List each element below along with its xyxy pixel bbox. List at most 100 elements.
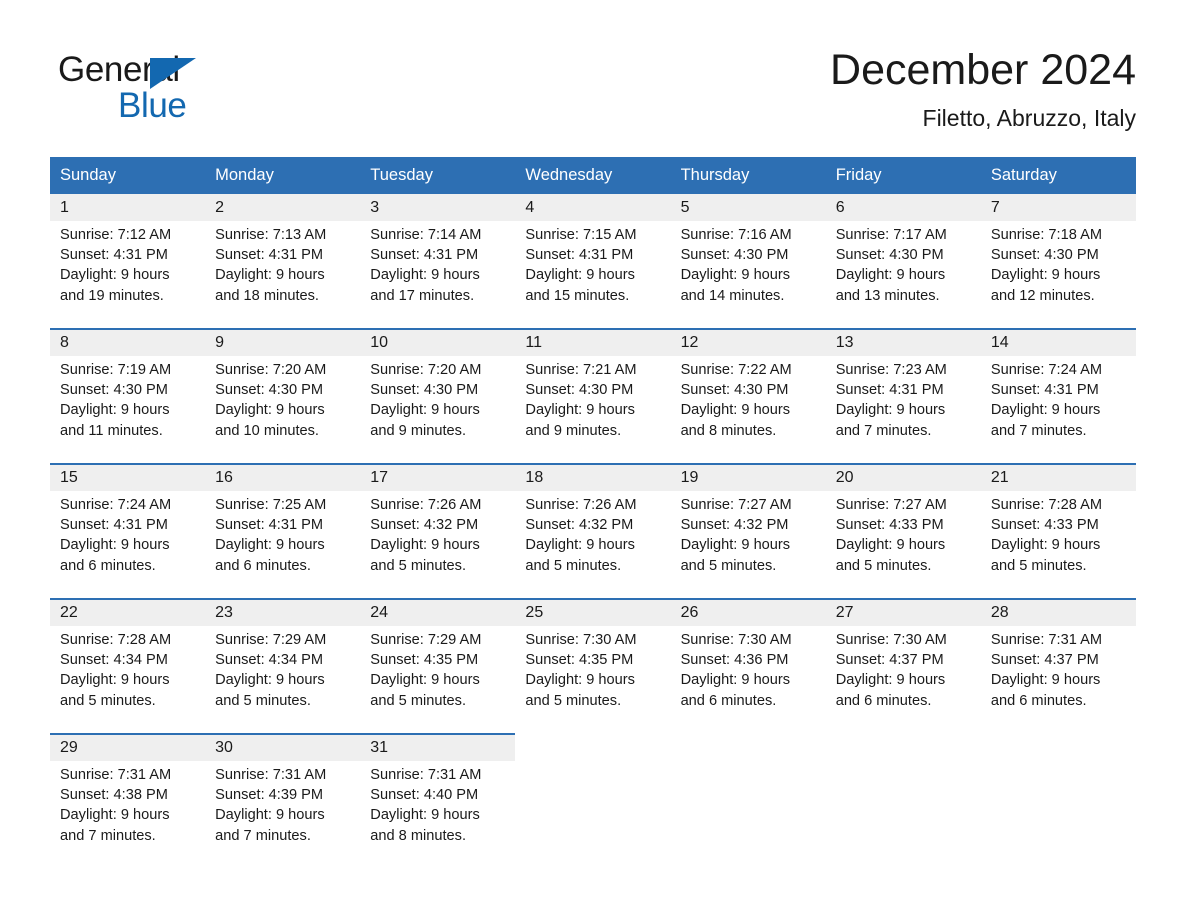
sunset-text: Sunset: 4:30 PM [60, 382, 168, 399]
page-subtitle: Filetto, Abruzzo, Italy [922, 105, 1136, 132]
sunset-text: Sunset: 4:33 PM [990, 517, 1099, 534]
calendar-header-row: Sunday Monday Tuesday Wednesday Thursday… [50, 157, 1136, 194]
day-number: 25 [515, 598, 671, 626]
daylight-text-line2: and 5 minutes. [215, 692, 311, 709]
sunrise-text: Sunrise: 7:30 AM [525, 632, 637, 648]
week-3-details: Sunrise: 7:24 AM Sunset: 4:31 PM Dayligh… [50, 491, 1136, 599]
sunrise-text: Sunrise: 7:31 AM [60, 767, 172, 783]
day-number: 4 [515, 194, 671, 221]
day-number-empty [670, 734, 826, 761]
day-number: 17 [360, 463, 516, 491]
day-cell: Sunrise: 7:30 AM Sunset: 4:35 PM Dayligh… [515, 626, 671, 734]
sunset-text: Sunset: 4:35 PM [525, 652, 634, 669]
daylight-text-line2: and 6 minutes. [60, 557, 156, 574]
day-number: 31 [360, 733, 516, 761]
logo-triangle-icon [150, 58, 196, 89]
sunset-text: Sunset: 4:30 PM [990, 247, 1099, 264]
daylight-text-line1: Daylight: 9 hours [835, 402, 946, 419]
week-5-details: Sunrise: 7:31 AM Sunset: 4:38 PM Dayligh… [50, 761, 1136, 869]
daylight-text-line1: Daylight: 9 hours [370, 267, 480, 284]
daylight-text-line1: Daylight: 9 hours [370, 402, 480, 419]
daylight-text-line1: Daylight: 9 hours [525, 672, 635, 689]
day-cell: Sunrise: 7:31 AM Sunset: 4:39 PM Dayligh… [205, 761, 361, 869]
daylight-text-line1: Daylight: 9 hours [990, 267, 1101, 284]
daylight-text-line2: and 8 minutes. [680, 422, 777, 439]
sunset-text: Sunset: 4:31 PM [835, 382, 944, 399]
day-number: 28 [980, 598, 1136, 626]
day-number-empty [980, 734, 1136, 761]
day-cell: Sunrise: 7:26 AM Sunset: 4:32 PM Dayligh… [515, 491, 671, 599]
day-cell: Sunrise: 7:16 AM Sunset: 4:30 PM Dayligh… [670, 221, 826, 329]
daylight-text-line2: and 6 minutes. [215, 557, 311, 574]
day-cell-empty [515, 761, 671, 869]
sunrise-text: Sunrise: 7:23 AM [835, 362, 947, 378]
daylight-text-line1: Daylight: 9 hours [215, 672, 325, 689]
daylight-text-line2: and 5 minutes. [60, 692, 156, 709]
week-1-details: Sunrise: 7:12 AM Sunset: 4:31 PM Dayligh… [50, 221, 1136, 329]
daylight-text-line1: Daylight: 9 hours [680, 267, 791, 284]
weekday-header-saturday: Saturday [980, 157, 1136, 194]
sunset-text: Sunset: 4:32 PM [525, 517, 634, 534]
sunset-text: Sunset: 4:30 PM [680, 382, 789, 399]
sunset-text: Sunset: 4:40 PM [370, 787, 479, 804]
sunset-text: Sunset: 4:35 PM [370, 652, 479, 669]
sunset-text: Sunset: 4:37 PM [835, 652, 944, 669]
day-cell: Sunrise: 7:31 AM Sunset: 4:40 PM Dayligh… [360, 761, 516, 869]
day-number: 9 [205, 328, 361, 356]
sunset-text: Sunset: 4:37 PM [990, 652, 1099, 669]
daylight-text-line2: and 19 minutes. [60, 287, 164, 304]
day-number: 27 [825, 598, 981, 626]
daylight-text-line2: and 7 minutes. [835, 422, 932, 439]
page-title: December 2024 [830, 46, 1136, 94]
sunrise-text: Sunrise: 7:25 AM [215, 497, 327, 513]
daylight-text-line1: Daylight: 9 hours [525, 267, 635, 284]
weekday-header-sunday: Sunday [50, 157, 206, 194]
week-3-daynumbers: 15 16 17 18 19 20 21 [50, 463, 1136, 491]
day-number: 26 [670, 598, 826, 626]
daylight-text-line1: Daylight: 9 hours [60, 672, 170, 689]
weekday-header-wednesday: Wednesday [515, 157, 671, 194]
day-number: 15 [50, 463, 206, 491]
day-number: 7 [980, 194, 1136, 221]
day-cell: Sunrise: 7:28 AM Sunset: 4:33 PM Dayligh… [980, 491, 1136, 599]
daylight-text-line2: and 5 minutes. [990, 557, 1087, 574]
daylight-text-line1: Daylight: 9 hours [60, 402, 170, 419]
daylight-text-line1: Daylight: 9 hours [680, 537, 791, 554]
day-cell: Sunrise: 7:24 AM Sunset: 4:31 PM Dayligh… [980, 356, 1136, 464]
weekday-header-friday: Friday [825, 157, 981, 194]
title-block: December 2024 Filetto, Abruzzo, Italy [830, 46, 1136, 132]
sunrise-text: Sunrise: 7:19 AM [60, 362, 172, 378]
day-cell: Sunrise: 7:25 AM Sunset: 4:31 PM Dayligh… [205, 491, 361, 599]
week-2-details: Sunrise: 7:19 AM Sunset: 4:30 PM Dayligh… [50, 356, 1136, 464]
sunset-text: Sunset: 4:31 PM [215, 247, 324, 264]
daylight-text-line1: Daylight: 9 hours [990, 402, 1101, 419]
day-number: 20 [825, 463, 981, 491]
sunset-text: Sunset: 4:31 PM [370, 247, 479, 264]
sunrise-text: Sunrise: 7:31 AM [370, 767, 482, 783]
daylight-text-line2: and 6 minutes. [990, 692, 1087, 709]
sunrise-text: Sunrise: 7:13 AM [215, 227, 327, 243]
daylight-text-line1: Daylight: 9 hours [835, 672, 946, 689]
calendar-page: General Blue December 2024 Filetto, Abru… [0, 0, 1188, 918]
sunrise-text: Sunrise: 7:24 AM [60, 497, 172, 513]
daylight-text-line1: Daylight: 9 hours [370, 807, 480, 824]
day-number: 16 [205, 463, 361, 491]
calendar-grid: Sunday Monday Tuesday Wednesday Thursday… [50, 157, 1136, 869]
daylight-text-line1: Daylight: 9 hours [215, 807, 325, 824]
sunrise-text: Sunrise: 7:17 AM [835, 227, 947, 243]
sunrise-text: Sunrise: 7:21 AM [525, 362, 637, 378]
day-number: 2 [205, 194, 361, 221]
day-number: 30 [205, 733, 361, 761]
weekday-header-tuesday: Tuesday [360, 157, 516, 194]
sunrise-text: Sunrise: 7:24 AM [990, 362, 1102, 378]
sunset-text: Sunset: 4:34 PM [60, 652, 168, 669]
day-cell: Sunrise: 7:28 AM Sunset: 4:34 PM Dayligh… [50, 626, 206, 734]
day-cell: Sunrise: 7:30 AM Sunset: 4:37 PM Dayligh… [825, 626, 981, 734]
day-number-empty [515, 734, 671, 761]
day-cell: Sunrise: 7:20 AM Sunset: 4:30 PM Dayligh… [205, 356, 361, 464]
daylight-text-line2: and 10 minutes. [215, 422, 319, 439]
daylight-text-line1: Daylight: 9 hours [370, 537, 480, 554]
day-cell: Sunrise: 7:26 AM Sunset: 4:32 PM Dayligh… [360, 491, 516, 599]
daylight-text-line2: and 9 minutes. [525, 422, 622, 439]
day-cell: Sunrise: 7:31 AM Sunset: 4:38 PM Dayligh… [50, 761, 206, 869]
